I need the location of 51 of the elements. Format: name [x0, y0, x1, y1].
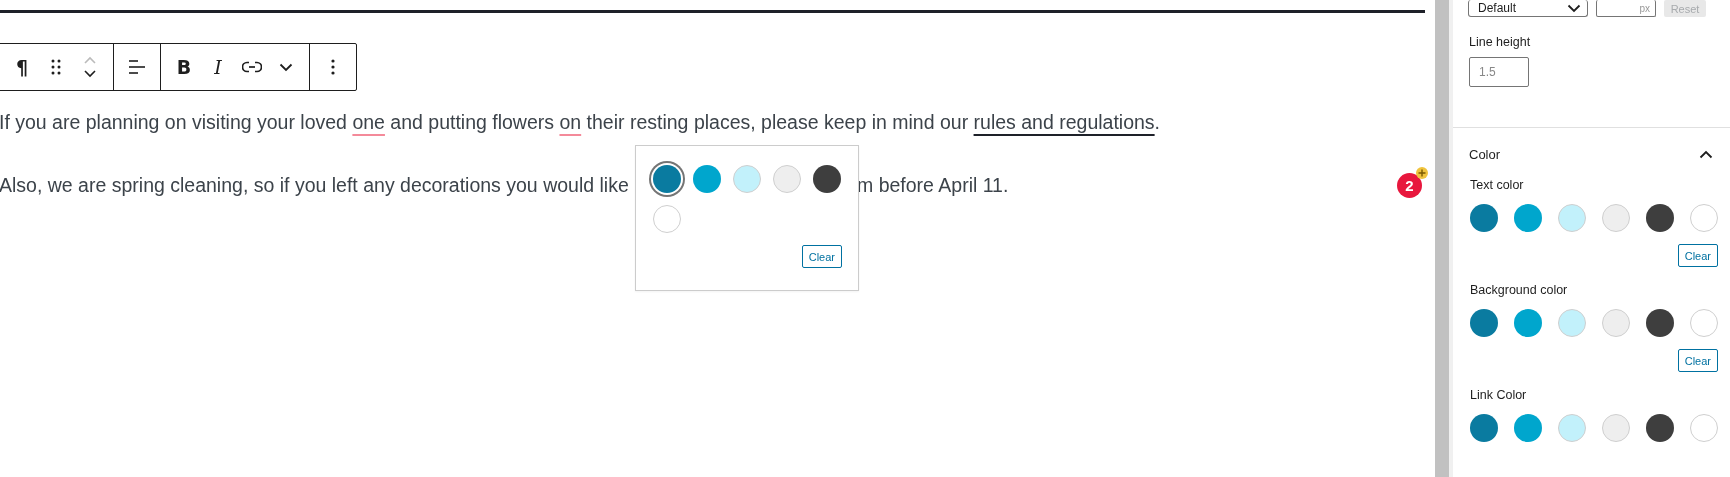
color-swatch[interactable]: [653, 165, 681, 193]
drag-handle-icon[interactable]: [51, 59, 61, 75]
section-label: Background color: [1470, 283, 1569, 297]
color-swatch[interactable]: [1690, 204, 1718, 232]
color-swatch[interactable]: [1690, 309, 1718, 337]
color-swatch[interactable]: [773, 165, 801, 193]
up-down-chevrons-icon[interactable]: [83, 56, 97, 78]
color-swatch[interactable]: [653, 205, 681, 233]
color-swatch[interactable]: [1690, 414, 1718, 442]
line-height-input[interactable]: 1.5: [1469, 57, 1529, 87]
section-label: Text color: [1470, 178, 1525, 192]
chevron-down-icon[interactable]: [279, 62, 293, 72]
panel-title: Color: [1469, 146, 1501, 162]
chevron-down-icon: [1567, 3, 1581, 13]
color-swatch[interactable]: [1470, 414, 1498, 442]
color-swatch[interactable]: [1646, 204, 1674, 232]
notification-badge[interactable]: 2: [1397, 173, 1422, 198]
plus-icon: [1416, 167, 1428, 179]
color-swatch[interactable]: [1602, 204, 1630, 232]
color-swatch[interactable]: [1514, 414, 1542, 442]
color-swatch[interactable]: [1602, 414, 1630, 442]
italic-button[interactable]: I: [201, 44, 235, 90]
color-swatch[interactable]: [1558, 414, 1586, 442]
clear-button[interactable]: Clear: [1677, 244, 1718, 267]
color-swatch[interactable]: [1558, 204, 1586, 232]
color-swatch[interactable]: [733, 165, 761, 193]
section-label: Link Color: [1470, 388, 1528, 402]
color-swatch[interactable]: [693, 165, 721, 193]
clear-button[interactable]: Clear: [1677, 349, 1718, 372]
color-swatch[interactable]: [813, 165, 841, 193]
color-swatch[interactable]: [1470, 309, 1498, 337]
scrollbar[interactable]: [1435, 0, 1449, 477]
color-swatch[interactable]: [1646, 414, 1674, 442]
color-swatch[interactable]: [1602, 309, 1630, 337]
line-height-label: Line height: [1469, 35, 1532, 49]
font-size-select[interactable]: Default: [1468, 0, 1588, 17]
link-icon[interactable]: [242, 61, 262, 73]
color-swatch[interactable]: [1558, 309, 1586, 337]
align-left-icon[interactable]: [128, 59, 146, 75]
paragraph-button[interactable]: ¶: [5, 44, 39, 90]
chevron-up-icon[interactable]: [1699, 149, 1713, 159]
clear-button[interactable]: Clear: [801, 245, 842, 268]
bold-button[interactable]: B: [167, 44, 201, 90]
color-swatch[interactable]: [1514, 309, 1542, 337]
rules-link[interactable]: rules and regulations: [973, 111, 1155, 133]
color-swatch[interactable]: [1646, 309, 1674, 337]
color-swatch[interactable]: [1470, 204, 1498, 232]
size-input[interactable]: px: [1596, 0, 1656, 17]
more-options-icon[interactable]: [331, 59, 335, 75]
paragraph-text: If you are planning on visiting your loved one and putting flowers on their resting places, please keep in mind our rules and regulations.: [0, 110, 1162, 135]
color-swatch[interactable]: [1514, 204, 1542, 232]
